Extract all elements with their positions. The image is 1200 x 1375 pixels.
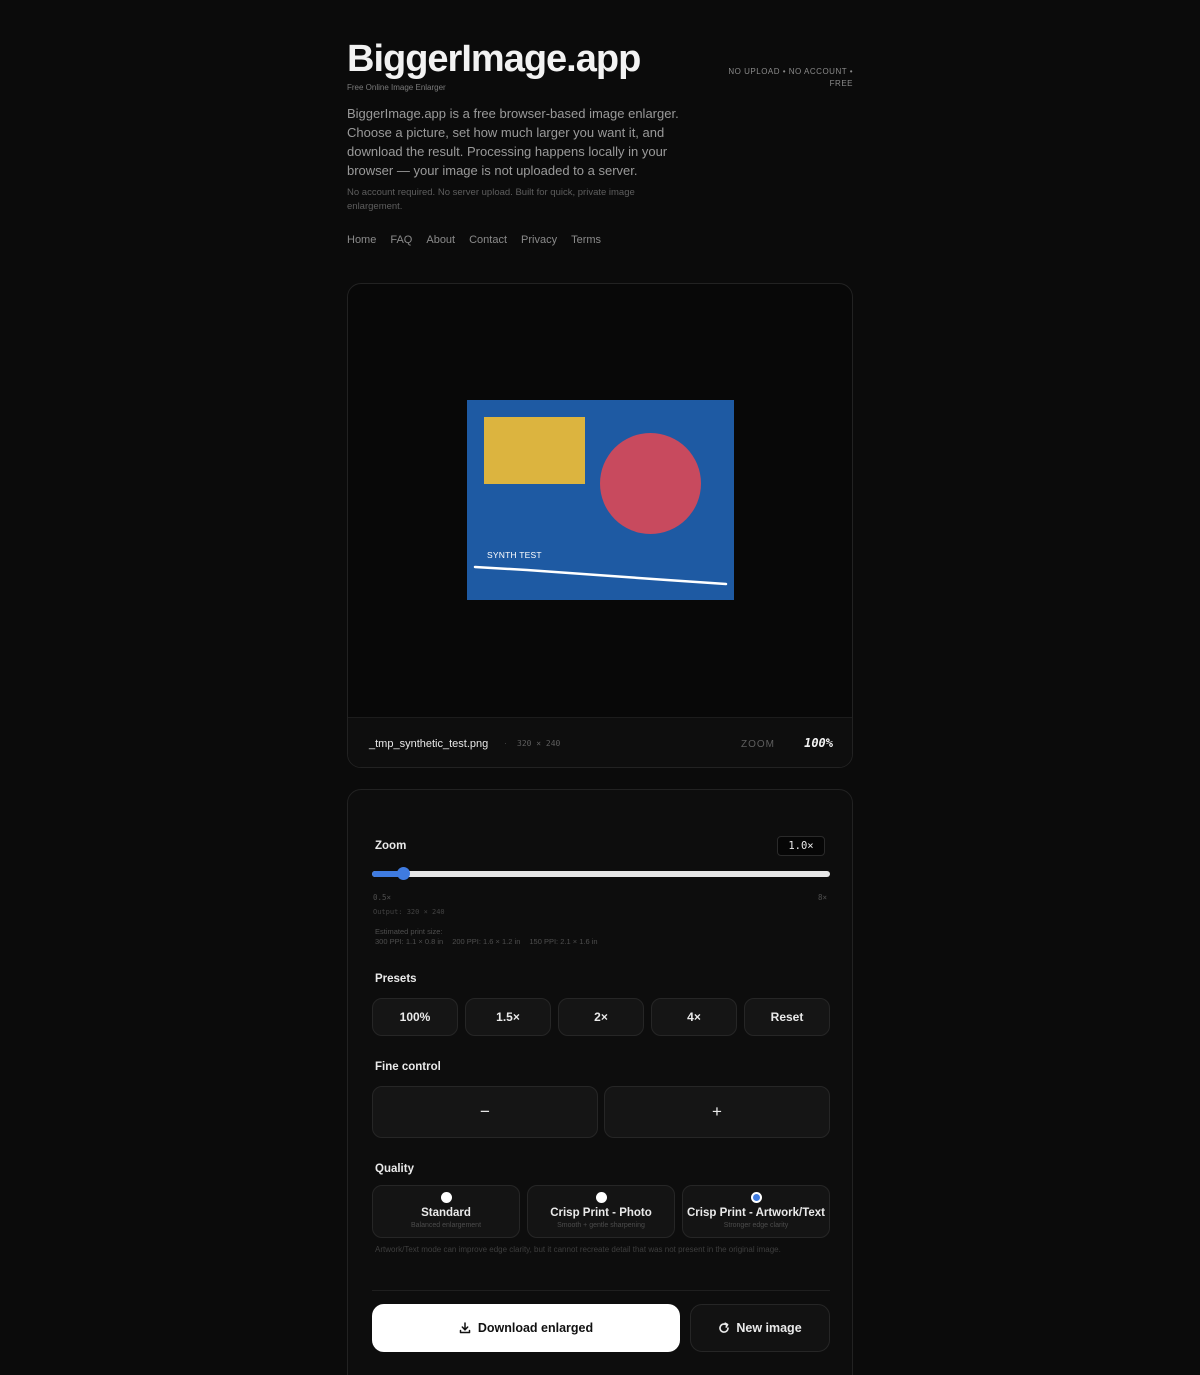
zoom-value-chip: 1.0× — [777, 836, 825, 856]
nav-contact[interactable]: Contact — [469, 234, 507, 246]
controls-card: Zoom 1.0× 0.5× 8× Output: 320 × 240 Esti… — [347, 789, 853, 1375]
refresh-icon — [719, 1322, 730, 1333]
nav-home[interactable]: Home — [347, 234, 376, 246]
print-size-200: 200 PPI: 1.6 × 1.2 in — [452, 937, 521, 946]
quality-name: Standard — [421, 1207, 471, 1219]
intro-text: BiggerImage.app is a free browser-based … — [347, 106, 679, 178]
quality-desc: Balanced enlargement — [410, 1222, 482, 1229]
download-icon — [459, 1322, 471, 1334]
print-size-150: 150 PPI: 2.1 × 1.6 in — [529, 937, 598, 946]
preset-1-5x-button[interactable]: 1.5× — [465, 998, 551, 1036]
zoom-readout: 100% — [804, 736, 833, 750]
print-size-300: 300 PPI: 1.1 × 0.8 in — [375, 937, 444, 946]
print-size-heading: Estimated print size: — [375, 927, 443, 936]
preview-meta-bar: _tmp_synthetic_test.png · 320 × 240 ZOOM… — [348, 717, 852, 767]
zoom-slider[interactable] — [372, 867, 830, 880]
preview-stage[interactable]: SYNTH TEST — [348, 284, 852, 717]
preset-100-button[interactable]: 100% — [372, 998, 458, 1036]
radio-photo[interactable] — [595, 1192, 607, 1203]
file-name: _tmp_synthetic_test.png — [369, 738, 489, 750]
preview-image: SYNTH TEST — [467, 400, 734, 600]
download-label: Download enlarged — [477, 1321, 594, 1335]
radio-standard[interactable] — [440, 1192, 452, 1203]
quality-note: Artwork/Text mode can improve edge clari… — [375, 1245, 781, 1254]
image-white-line — [473, 565, 728, 586]
download-button[interactable]: Download enlarged — [372, 1304, 680, 1352]
intro-small-text: No account required. No server upload. B… — [347, 187, 635, 212]
slider-max-label: 8× — [817, 893, 827, 902]
quality-name: Crisp Print - Artwork/Text — [686, 1207, 826, 1219]
zoom-out-button[interactable]: − — [372, 1086, 598, 1138]
meta-separator: · — [504, 738, 507, 748]
zoom-label: Zoom — [375, 840, 407, 852]
main-nav: Home FAQ About Contact Privacy Terms — [347, 234, 601, 246]
quality-desc: Smooth + gentle sharpening — [557, 1222, 645, 1229]
quality-label: Quality — [375, 1163, 414, 1175]
nav-terms[interactable]: Terms — [571, 234, 601, 246]
quality-name: Crisp Print - Photo — [550, 1207, 652, 1219]
preview-card: SYNTH TEST _tmp_synthetic_test.png · 320… — [347, 283, 853, 768]
new-image-button[interactable]: New image — [690, 1304, 830, 1352]
slider-min-label: 0.5× — [373, 893, 392, 902]
print-sizes: 300 PPI: 1.1 × 0.8 in 200 PPI: 1.6 × 1.2… — [375, 937, 598, 946]
fine-control-label: Fine control — [375, 1061, 441, 1073]
divider — [372, 1290, 830, 1291]
new-image-label: New image — [736, 1321, 802, 1335]
nav-faq[interactable]: FAQ — [390, 234, 412, 246]
reset-button[interactable]: Reset — [744, 998, 830, 1036]
radio-artwork-selected[interactable] — [750, 1192, 762, 1203]
preset-2x-button[interactable]: 2× — [558, 998, 644, 1036]
quality-option-standard[interactable]: Standard Balanced enlargement — [372, 1185, 520, 1238]
presets-label: Presets — [375, 973, 417, 985]
zoom-slider-thumb[interactable] — [396, 867, 410, 880]
header-tagline: NO UPLOAD • NO ACCOUNT • FREE — [728, 67, 853, 88]
nav-about[interactable]: About — [426, 234, 455, 246]
preset-4x-button[interactable]: 4× — [651, 998, 737, 1036]
output-size: Output: 320 × 240 — [373, 908, 445, 916]
nav-privacy[interactable]: Privacy — [521, 234, 557, 246]
quality-desc: Stronger edge clarity — [723, 1222, 789, 1229]
quality-option-photo[interactable]: Crisp Print - Photo Smooth + gentle shar… — [527, 1185, 675, 1238]
quality-option-artwork[interactable]: Crisp Print - Artwork/Text Stronger edge… — [682, 1185, 830, 1238]
brand-logo[interactable]: BiggerImage.app — [347, 38, 641, 81]
brand-subtitle: Free Online Image Enlarger — [347, 83, 446, 92]
zoom-in-button[interactable]: + — [604, 1086, 830, 1138]
zoom-caption: ZOOM — [741, 739, 775, 750]
file-dimensions: 320 × 240 — [517, 739, 561, 748]
